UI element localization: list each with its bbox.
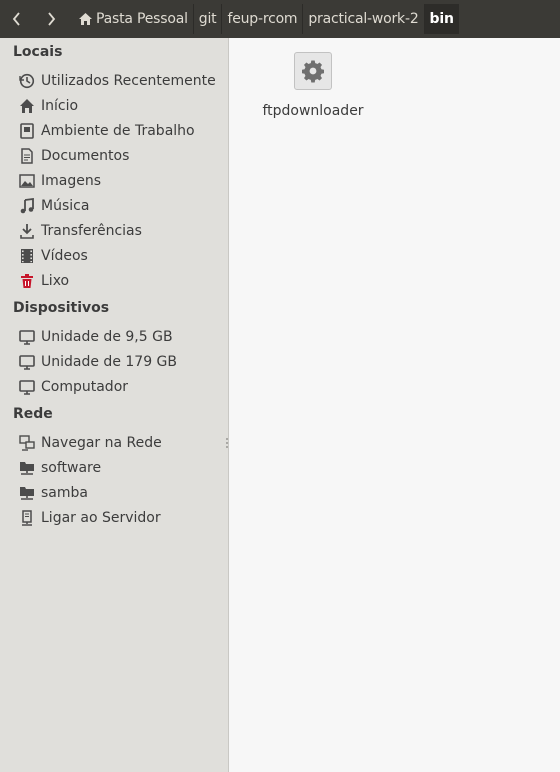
network-folder-icon <box>18 484 36 502</box>
download-icon <box>18 222 36 240</box>
server-icon <box>18 509 36 527</box>
sidebar-item-label: samba <box>41 485 88 501</box>
forward-button[interactable] <box>36 4 66 34</box>
sidebar-item-drive-9gb[interactable]: Unidade de 9,5 GB <box>18 326 173 348</box>
music-icon <box>18 197 36 215</box>
file-item[interactable]: ftpdownloader <box>260 50 366 119</box>
sidebar-item-label: Música <box>41 198 90 214</box>
sidebar-item-label: Início <box>41 98 79 114</box>
sidebar-item-label: Vídeos <box>41 248 88 264</box>
section-title-locais: Locais <box>13 44 63 60</box>
breadcrumb-label: bin <box>429 11 454 27</box>
breadcrumb-practical-work-2[interactable]: practical-work-2 <box>302 4 423 34</box>
sidebar-item-desktop[interactable]: Ambiente de Trabalho <box>18 120 195 142</box>
sidebar-item-label: Unidade de 9,5 GB <box>41 329 173 345</box>
sidebar: Locais Utilizados Recentemente Início Am… <box>0 38 229 772</box>
gear-icon <box>294 52 332 90</box>
file-view[interactable]: ftpdownloader <box>230 38 560 772</box>
sidebar-item-trash[interactable]: Lixo <box>18 270 69 292</box>
sidebar-item-label: Imagens <box>41 173 102 189</box>
sidebar-item-label: software <box>41 460 102 476</box>
sidebar-item-label: Documentos <box>41 148 130 164</box>
sidebar-item-label: Lixo <box>41 273 70 289</box>
sidebar-item-label: Ligar ao Servidor <box>41 510 161 526</box>
sidebar-item-computer[interactable]: Computador <box>18 376 128 398</box>
home-icon <box>18 97 36 115</box>
network-icon <box>18 434 36 452</box>
sidebar-item-downloads[interactable]: Transferências <box>18 220 142 242</box>
file-name: ftpdownloader <box>262 103 364 119</box>
breadcrumb-bin[interactable]: bin <box>423 4 459 34</box>
toolbar: Pasta Pessoal git feup-rcom practical-wo… <box>0 0 560 38</box>
sidebar-item-videos[interactable]: Vídeos <box>18 245 88 267</box>
image-icon <box>18 172 36 190</box>
breadcrumb-feup-rcom[interactable]: feup-rcom <box>221 4 302 34</box>
sidebar-resize-handle[interactable] <box>226 438 229 450</box>
sidebar-item-images[interactable]: Imagens <box>18 170 101 192</box>
back-button[interactable] <box>2 4 32 34</box>
sidebar-item-documents[interactable]: Documentos <box>18 145 129 167</box>
sidebar-item-label: Transferências <box>41 223 142 239</box>
breadcrumb-label: Pasta Pessoal <box>96 11 188 27</box>
breadcrumb-label: feup-rcom <box>227 11 298 27</box>
breadcrumb-git[interactable]: git <box>192 4 222 34</box>
sidebar-item-label: Computador <box>41 379 129 395</box>
sidebar-item-label: Ambiente de Trabalho <box>41 123 195 139</box>
drive-icon <box>18 353 36 371</box>
breadcrumb-home[interactable]: Pasta Pessoal <box>72 4 193 34</box>
breadcrumb-label: git <box>198 11 217 27</box>
sidebar-item-samba[interactable]: samba <box>18 482 88 504</box>
sidebar-item-software[interactable]: software <box>18 457 101 479</box>
drive-icon <box>18 328 36 346</box>
desktop-icon <box>18 122 36 140</box>
chevron-left-icon <box>12 12 20 26</box>
breadcrumb: Pasta Pessoal git feup-rcom practical-wo… <box>72 4 459 34</box>
sidebar-item-label: Navegar na Rede <box>41 435 162 451</box>
sidebar-item-drive-179gb[interactable]: Unidade de 179 GB <box>18 351 177 373</box>
chevron-right-icon <box>48 12 56 26</box>
video-icon <box>18 247 36 265</box>
sidebar-item-label: Utilizados Recentemente <box>41 73 216 89</box>
trash-icon <box>18 272 36 290</box>
section-title-dispositivos: Dispositivos <box>13 300 110 316</box>
sidebar-item-home[interactable]: Início <box>18 95 78 117</box>
home-icon <box>79 13 92 25</box>
computer-icon <box>18 378 36 396</box>
breadcrumb-label: practical-work-2 <box>308 11 419 27</box>
network-folder-icon <box>18 459 36 477</box>
sidebar-item-music[interactable]: Música <box>18 195 89 217</box>
sidebar-item-recent[interactable]: Utilizados Recentemente <box>18 70 216 92</box>
document-icon <box>18 147 36 165</box>
section-title-rede: Rede <box>13 406 53 422</box>
sidebar-item-connect-server[interactable]: Ligar ao Servidor <box>18 507 161 529</box>
sidebar-item-browse-network[interactable]: Navegar na Rede <box>18 432 162 454</box>
recent-icon <box>18 72 36 90</box>
sidebar-item-label: Unidade de 179 GB <box>41 354 178 370</box>
